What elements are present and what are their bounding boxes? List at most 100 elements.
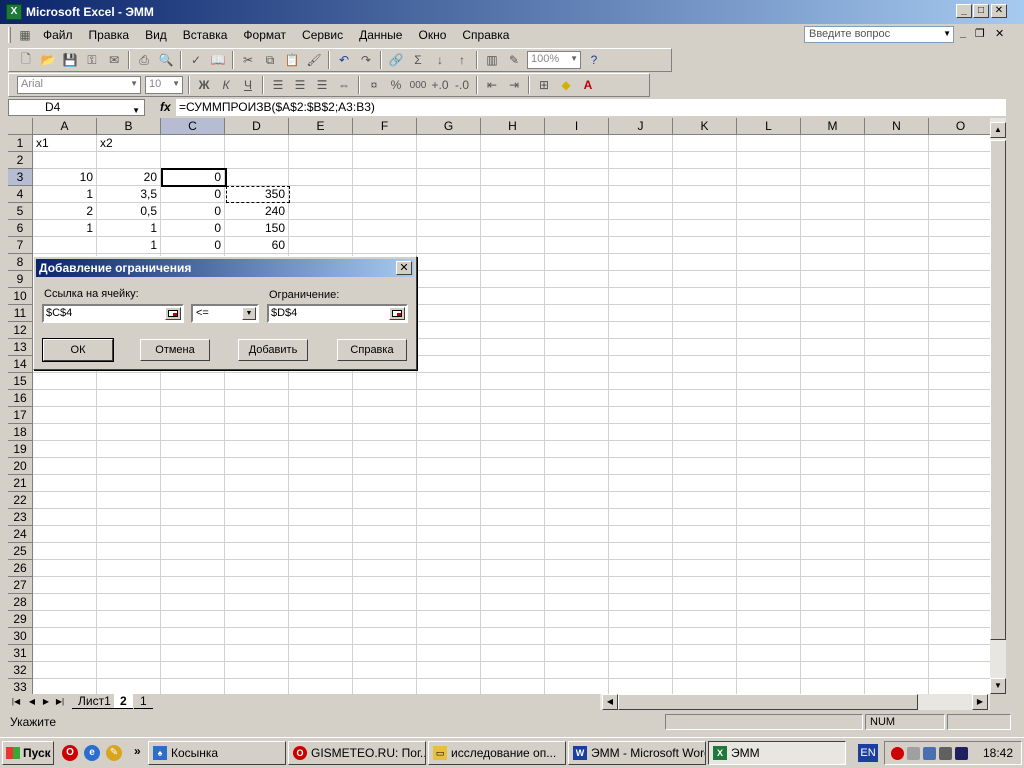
bold-button[interactable]: Ж	[194, 76, 214, 94]
language-indicator[interactable]: EN	[858, 744, 878, 762]
column-header-n[interactable]: N	[865, 118, 929, 135]
zoom-select[interactable]: 100% ▼	[527, 51, 581, 69]
collapse-dialog-button[interactable]	[165, 307, 181, 320]
taskbar-button-folder[interactable]: ▭ исследование оп...	[428, 741, 566, 765]
borders-icon[interactable]: ⊞	[534, 76, 554, 94]
column-header-e[interactable]: E	[289, 118, 353, 135]
prev-sheet-icon[interactable]: ◀	[26, 695, 38, 709]
minimize-button[interactable]: _	[956, 4, 972, 18]
cell-c5[interactable]: 0	[161, 203, 224, 220]
row-header-33[interactable]: 33	[8, 679, 33, 694]
row-header-31[interactable]: 31	[8, 645, 33, 662]
column-header-b[interactable]: B	[97, 118, 161, 135]
align-center-icon[interactable]: ☰	[290, 76, 310, 94]
scroll-left-button[interactable]: ◀	[602, 694, 618, 710]
first-sheet-icon[interactable]: |◀	[10, 695, 22, 709]
row-header-20[interactable]: 20	[8, 458, 33, 475]
permission-icon[interactable]: ⚿	[82, 51, 102, 69]
spelling-icon[interactable]: ✓	[186, 51, 206, 69]
hyperlink-icon[interactable]: 🔗	[386, 51, 406, 69]
column-header-h[interactable]: H	[481, 118, 545, 135]
ok-button[interactable]: ОК	[42, 338, 114, 362]
row-header-22[interactable]: 22	[8, 492, 33, 509]
row-header-11[interactable]: 11	[8, 305, 33, 322]
copy-icon[interactable]: ⧉	[260, 51, 280, 69]
dialog-title-bar[interactable]: Добавление ограничения ✕	[36, 259, 414, 277]
redo-icon[interactable]: ↷	[356, 51, 376, 69]
thousands-button[interactable]: 000	[408, 76, 428, 94]
currency-icon[interactable]: ¤	[364, 76, 384, 94]
open-icon[interactable]: 📂	[38, 51, 58, 69]
taskbar-button-excel[interactable]: X ЭММ	[708, 741, 846, 765]
undo-icon[interactable]: ↶	[334, 51, 354, 69]
column-header-g[interactable]: G	[417, 118, 481, 135]
constraint-input[interactable]: $D$4	[267, 304, 408, 323]
font-color-icon[interactable]: A	[578, 76, 598, 94]
cell-d6[interactable]: 150	[225, 220, 288, 237]
row-header-6[interactable]: 6	[8, 220, 33, 237]
column-header-i[interactable]: I	[545, 118, 609, 135]
collapse-dialog-button[interactable]	[389, 307, 405, 320]
horizontal-scrollbar[interactable]: ◀ ▶	[600, 694, 990, 710]
menu-grip[interactable]	[8, 27, 11, 43]
menu-file[interactable]: Файл	[35, 25, 81, 45]
active-cell[interactable]	[161, 168, 227, 187]
row-header-1[interactable]: 1	[8, 135, 33, 152]
row-header-4[interactable]: 4	[8, 186, 33, 203]
vertical-scroll-thumb[interactable]	[990, 140, 1006, 640]
taskbar-button-solitaire[interactable]: ♠ Косынка	[148, 741, 286, 765]
row-header-29[interactable]: 29	[8, 611, 33, 628]
help-icon[interactable]: ?	[584, 51, 604, 69]
doc-minimize-button[interactable]: _	[960, 27, 966, 39]
font-size-select[interactable]: 10 ▼	[145, 76, 183, 94]
row-header-16[interactable]: 16	[8, 390, 33, 407]
cell-a3[interactable]: 10	[33, 169, 96, 186]
cell-c4[interactable]: 0	[161, 186, 224, 203]
fill-color-icon[interactable]: ◆	[556, 76, 576, 94]
monitor-icon[interactable]	[923, 747, 936, 760]
scroll-down-button[interactable]: ▼	[990, 678, 1006, 694]
doc-restore-button[interactable]: ❐	[975, 27, 985, 40]
column-header-a[interactable]: A	[33, 118, 97, 135]
cut-icon[interactable]: ✂	[238, 51, 258, 69]
menu-tools[interactable]: Сервис	[294, 25, 351, 45]
row-header-19[interactable]: 19	[8, 441, 33, 458]
close-button[interactable]: ✕	[991, 4, 1007, 18]
row-header-7[interactable]: 7	[8, 237, 33, 254]
row-header-27[interactable]: 27	[8, 577, 33, 594]
horizontal-scroll-thumb[interactable]	[618, 694, 918, 710]
row-header-3[interactable]: 3	[8, 169, 33, 186]
font-name-select[interactable]: Arial ▼	[17, 76, 141, 94]
doc-close-button[interactable]: ✕	[995, 27, 1004, 40]
drawing-icon[interactable]: ✎	[504, 51, 524, 69]
row-header-5[interactable]: 5	[8, 203, 33, 220]
opera-tray-icon[interactable]	[891, 747, 904, 760]
cell-b1[interactable]: x2	[97, 135, 160, 152]
row-header-30[interactable]: 30	[8, 628, 33, 645]
cell-d7[interactable]: 60	[225, 237, 288, 254]
cell-b3[interactable]: 20	[97, 169, 160, 186]
row-header-10[interactable]: 10	[8, 288, 33, 305]
cell-a1[interactable]: x1	[33, 135, 96, 152]
cell-ref-input[interactable]: $C$4	[42, 304, 184, 323]
network-icon[interactable]	[907, 747, 920, 760]
cell-b6[interactable]: 1	[97, 220, 160, 237]
ie-icon[interactable]: e	[84, 745, 100, 761]
column-header-o[interactable]: O	[929, 118, 990, 135]
menu-edit[interactable]: Правка	[81, 25, 138, 45]
ask-question-input[interactable]: Введите вопрос ▼	[804, 26, 954, 43]
menu-help[interactable]: Справка	[454, 25, 517, 45]
column-header-c[interactable]: C	[161, 118, 225, 135]
cancel-button[interactable]: Отмена	[140, 339, 210, 361]
new-icon[interactable]: 🗋	[16, 51, 36, 69]
print-icon[interactable]: ⎙	[134, 51, 154, 69]
italic-button[interactable]: К	[216, 76, 236, 94]
opera-icon[interactable]: O	[62, 745, 78, 761]
save-icon[interactable]: 💾	[60, 51, 80, 69]
row-header-21[interactable]: 21	[8, 475, 33, 492]
decrease-decimal-icon[interactable]: -.0	[452, 76, 472, 94]
percent-button[interactable]: %	[386, 76, 406, 94]
print-preview-icon[interactable]: 🔍	[156, 51, 176, 69]
align-left-icon[interactable]: ☰	[268, 76, 288, 94]
cell-b7[interactable]: 1	[97, 237, 160, 254]
